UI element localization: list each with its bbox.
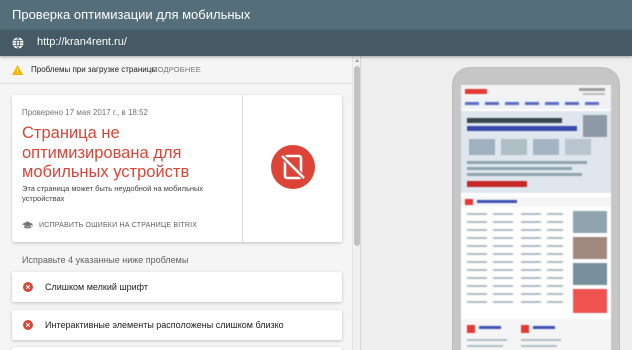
left-panel-scrollbar[interactable] (352, 56, 361, 350)
tested-url[interactable]: http://kran4rent.ru/ (37, 36, 127, 48)
results-panel: Проблемы при загрузке страницы ПОДРОБНЕЕ… (0, 56, 352, 350)
scroll-up-arrow[interactable] (355, 59, 359, 62)
loading-issues-text: Проблемы при загрузке страницы (31, 65, 158, 74)
graduation-cap-icon (22, 221, 33, 229)
page-preview-screenshot (461, 85, 611, 350)
result-card: Проверено 17 мая 2017 г., в 18:52 Страни… (12, 95, 342, 242)
card-divider (242, 95, 243, 242)
preview-panel (361, 56, 632, 350)
issue-item[interactable]: Слишком мелкий шрифт (12, 272, 342, 302)
globe-icon (12, 37, 24, 49)
issue-label: Слишком мелкий шрифт (45, 282, 148, 292)
fix-errors-label: ИСПРАВИТЬ ОШИБКИ НА СТРАНИЦЕ BITRIX (39, 222, 198, 229)
warning-icon (12, 65, 23, 75)
app-header: Проверка оптимизации для мобильных (0, 0, 632, 30)
not-mobile-friendly-icon (271, 145, 315, 189)
blurred-page-preview (461, 85, 611, 350)
url-bar: http://kran4rent.ru/ (0, 30, 632, 56)
error-icon (23, 282, 33, 292)
issue-item[interactable]: Интерактивные элементы расположены слишк… (12, 310, 342, 340)
issue-label: Интерактивные элементы расположены слишк… (45, 320, 284, 330)
details-link[interactable]: ПОДРОБНЕЕ (152, 65, 201, 74)
error-icon (23, 320, 33, 330)
result-description: Эта страница может быть неудобной на моб… (22, 184, 204, 203)
issues-heading: Исправьте 4 указанные ниже проблемы (22, 255, 189, 265)
loading-issues-banner: Проблемы при загрузке страницы ПОДРОБНЕЕ (0, 56, 352, 84)
result-headline: Страница не оптимизирована для мобильных… (22, 124, 190, 181)
scrollbar-thumb[interactable] (354, 66, 360, 246)
phone-frame (452, 67, 620, 350)
page-title: Проверка оптимизации для мобильных (12, 7, 251, 22)
checked-date: Проверено 17 мая 2017 г., в 18:52 (22, 108, 148, 117)
